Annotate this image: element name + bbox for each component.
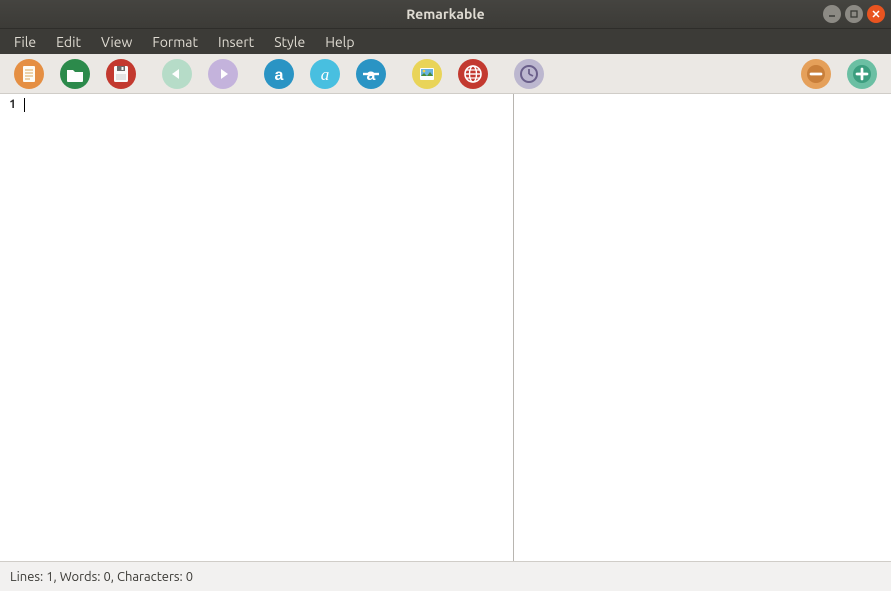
maximize-button[interactable] [845, 5, 863, 23]
close-button[interactable] [867, 5, 885, 23]
preview-pane [514, 94, 891, 561]
save-button[interactable] [106, 59, 136, 89]
svg-text:a: a [367, 67, 376, 84]
insert-link-button[interactable] [458, 59, 488, 89]
menu-help[interactable]: Help [315, 31, 364, 53]
zoom-out-button[interactable] [801, 59, 831, 89]
undo-button[interactable] [162, 59, 192, 89]
markdown-editor[interactable] [22, 94, 513, 561]
menu-file[interactable]: File [4, 31, 46, 53]
menu-insert[interactable]: Insert [208, 31, 264, 53]
svg-text:a: a [275, 67, 284, 84]
window-title: Remarkable [406, 6, 484, 22]
line-number-gutter: 1 [0, 94, 22, 561]
menubar: File Edit View Format Insert Style Help [0, 28, 891, 54]
minimize-button[interactable] [823, 5, 841, 23]
titlebar: Remarkable [0, 0, 891, 28]
redo-button[interactable] [208, 59, 238, 89]
insert-image-button[interactable] [412, 59, 442, 89]
window-controls [823, 5, 885, 23]
editor-area: 1 [0, 94, 891, 561]
strikethrough-button[interactable]: a [356, 59, 386, 89]
toolbar: a a a [0, 54, 891, 94]
menu-format[interactable]: Format [142, 31, 208, 53]
italic-button[interactable]: a [310, 59, 340, 89]
new-file-button[interactable] [14, 59, 44, 89]
zoom-in-button[interactable] [847, 59, 877, 89]
status-text: Lines: 1, Words: 0, Characters: 0 [10, 570, 193, 584]
menu-view[interactable]: View [91, 31, 142, 53]
insert-timestamp-button[interactable] [514, 59, 544, 89]
menu-edit[interactable]: Edit [46, 31, 91, 53]
bold-button[interactable]: a [264, 59, 294, 89]
open-file-button[interactable] [60, 59, 90, 89]
statusbar: Lines: 1, Words: 0, Characters: 0 [0, 561, 891, 591]
menu-style[interactable]: Style [264, 31, 315, 53]
svg-text:a: a [321, 65, 330, 84]
line-number: 1 [0, 98, 16, 111]
editor-pane: 1 [0, 94, 514, 561]
text-cursor [24, 98, 25, 112]
